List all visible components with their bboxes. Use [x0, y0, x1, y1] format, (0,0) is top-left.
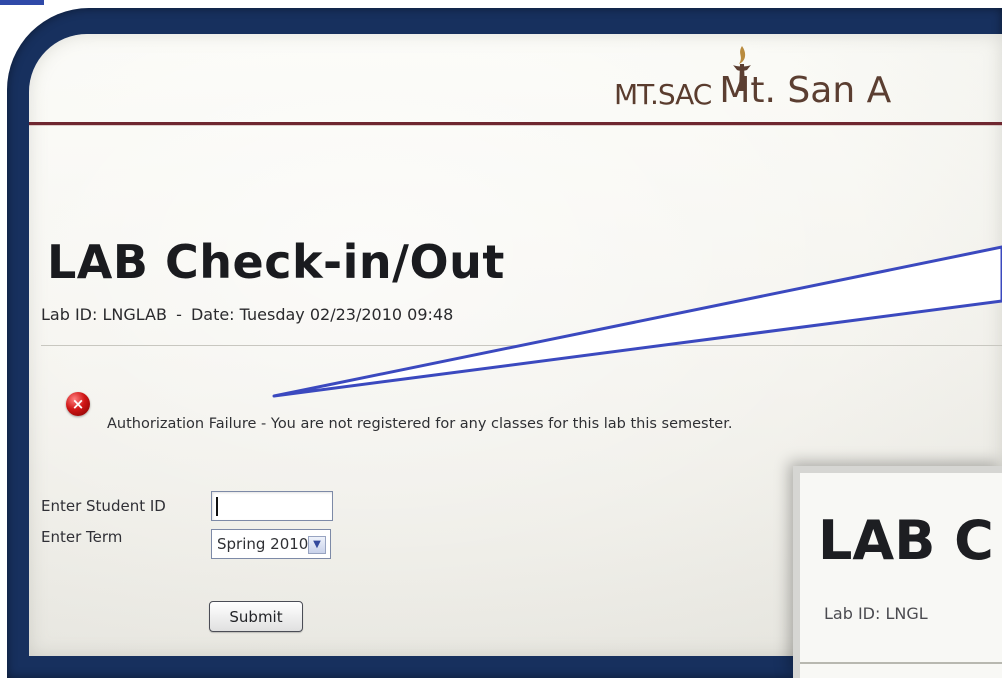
page-title: LAB Check-in/Out: [47, 235, 505, 289]
torch-icon: [733, 46, 751, 91]
header-rule: [29, 122, 1002, 125]
submit-button[interactable]: Submit: [209, 601, 303, 632]
authorization-error-message: Authorization Failure - You are not regi…: [107, 416, 733, 432]
term-select[interactable]: Spring 2010 ▼: [211, 529, 331, 559]
content-divider: [41, 345, 1002, 346]
term-label: Enter Term: [41, 528, 123, 546]
lab-id-value: LNGLAB: [102, 305, 167, 324]
zoom-divider: [800, 662, 1002, 664]
date-value: Tuesday 02/23/2010 09:48: [239, 305, 454, 324]
zoom-inset-panel: LAB C Lab ID: LNGL: [793, 466, 1002, 678]
lab-id-label: Lab ID:: [41, 305, 98, 324]
logo-mark-text: MT.SAC: [614, 46, 751, 111]
lab-info-line: Lab ID: LNGLAB - Date: Tuesday 02/23/201…: [41, 305, 453, 324]
chevron-down-icon[interactable]: ▼: [308, 536, 326, 554]
term-selected-value: Spring 2010: [217, 535, 309, 553]
zoom-title-fragment: LAB C: [818, 509, 994, 572]
logo-wordmark: MT.SAC: [614, 78, 712, 111]
date-label: Date:: [190, 305, 235, 324]
error-x-icon: ×: [66, 392, 90, 416]
screenshot-stage: MT.SAC Mt. San A LAB Check-in/Out Lab ID…: [0, 0, 1002, 678]
text-cursor: [216, 497, 218, 516]
student-id-input[interactable]: [211, 491, 333, 521]
college-logo: MT.SAC Mt. San A: [614, 46, 891, 111]
lab-info-separator: -: [176, 305, 182, 324]
corner-accent-mark: [0, 0, 44, 5]
student-id-label: Enter Student ID: [41, 497, 166, 515]
zoom-lab-fragment: Lab ID: LNGL: [824, 604, 928, 623]
